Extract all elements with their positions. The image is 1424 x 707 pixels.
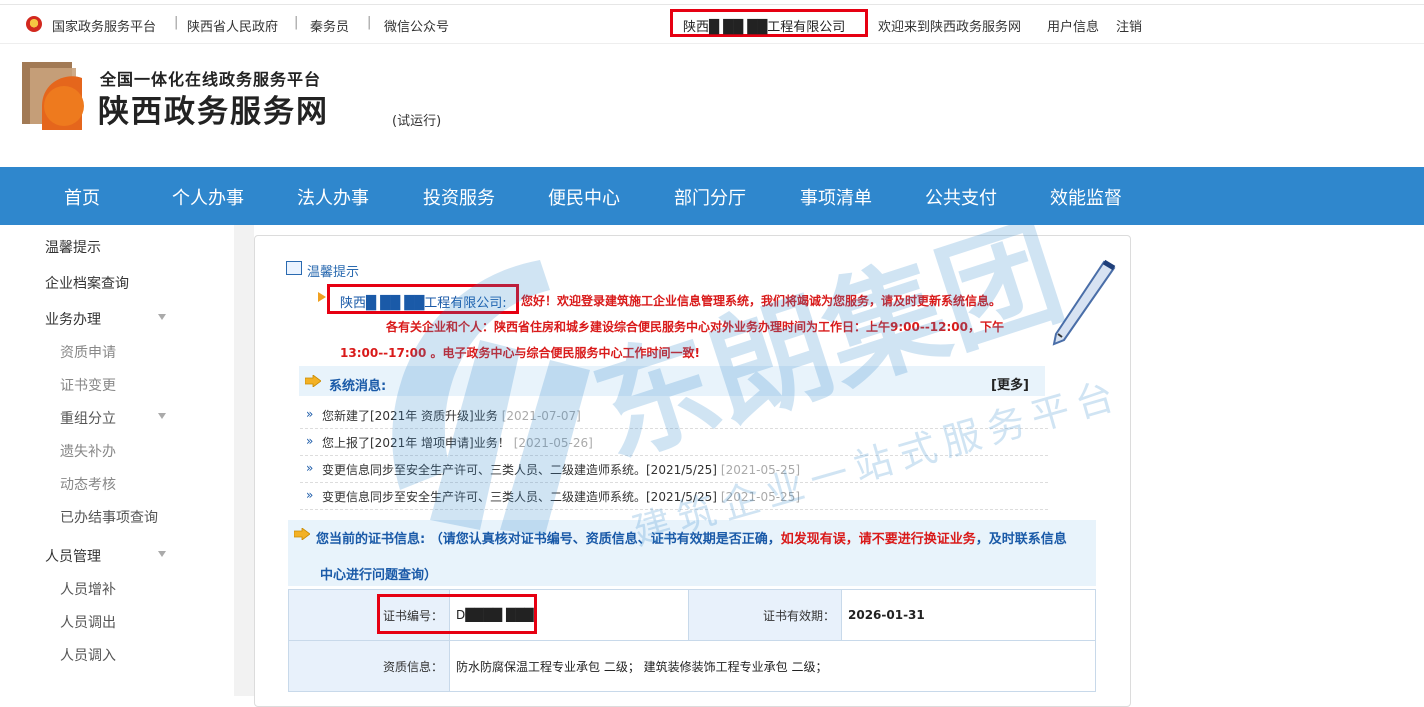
nav-legal-person[interactable]: 法人办事 [297, 184, 369, 210]
sidebar-item-business[interactable]: 业务办理 [45, 309, 101, 329]
cert-expiry-label: 证书有效期： [688, 589, 842, 641]
speaker-icon [318, 292, 326, 302]
list-item[interactable]: » 变更信息同步至安全生产许可、三类人员、二级建造师系统。[2021/5/25]… [300, 482, 1048, 510]
divider: | [294, 15, 299, 30]
certificate-warning: 如发现有误，请不要进行换证业务 [780, 532, 976, 547]
list-item[interactable]: » 您新建了[2021年 资质升级]业务 [2021-07-07] [300, 401, 1048, 429]
nav-public-payment[interactable]: 公共支付 [925, 184, 997, 210]
pen-icon [1052, 259, 1116, 346]
nav-personal[interactable]: 个人办事 [172, 184, 244, 210]
chevron-down-icon[interactable] [158, 413, 166, 419]
site-logo-icon[interactable] [22, 62, 90, 130]
bullet-icon: » [306, 434, 314, 448]
system-messages-title: 系统消息: [329, 379, 387, 394]
nav-departments[interactable]: 部门分厅 [674, 184, 746, 210]
right-blank [1138, 225, 1424, 696]
link-national-platform[interactable]: 国家政务服务平台 [52, 16, 156, 35]
chevron-down-icon[interactable] [158, 551, 166, 557]
list-item[interactable]: » 变更信息同步至安全生产许可、三类人员、二级建造师系统。[2021/5/25]… [300, 455, 1048, 483]
message-text[interactable]: 变更信息同步至安全生产许可、三类人员、二级建造师系统。[2021/5/25] [322, 463, 717, 477]
message-date: [2021-05-25] [720, 463, 801, 477]
logout-link[interactable]: 注销 [1116, 16, 1142, 35]
nav-home[interactable]: 首页 [64, 184, 100, 210]
bullet-icon: » [306, 407, 314, 421]
chevron-down-icon[interactable] [158, 314, 166, 320]
list-item[interactable]: » 您上报了[2021年 增项申请]业务！ [2021-05-26] [300, 428, 1048, 456]
message-text[interactable]: 您上报了[2021年 增项申请]业务！ [322, 436, 510, 450]
sidebar-item-completed-query[interactable]: 已办结事项查询 [60, 507, 158, 527]
cert-number-highlight [377, 594, 537, 634]
sidebar-item-qualification-apply[interactable]: 资质申请 [60, 342, 116, 362]
certificate-header-tail: ，及时联系信息 [975, 532, 1067, 547]
message-date: [2021-05-25] [720, 490, 801, 504]
message-date: [2021-05-26] [513, 436, 593, 450]
trial-label: (试运行) [392, 114, 442, 129]
sidebar-item-personnel-out[interactable]: 人员调出 [60, 612, 116, 632]
system-messages-header: 系统消息: [更多] [299, 366, 1045, 396]
divider: | [174, 15, 179, 30]
cert-qualifications-value: 防水防腐保温工程专业承包 二级； 建筑装修装饰工程专业承包 二级； [449, 640, 1096, 692]
nav-investment[interactable]: 投资服务 [423, 184, 495, 210]
notice-icon [286, 261, 302, 275]
user-info-link[interactable]: 用户信息 [1047, 16, 1099, 35]
company-name[interactable]: 陕西█ ██ ██工程有限公司 [683, 16, 845, 35]
sidebar-item-lost-reissue[interactable]: 遗失补办 [60, 441, 116, 461]
sidebar-item-enterprise-archive[interactable]: 企业档案查询 [45, 273, 129, 293]
main-nav: 首页 个人办事 法人办事 投资服务 便民中心 部门分厅 事项清单 公共支付 效能… [0, 167, 1424, 225]
notice-company: 陕西█ ██ ██工程有限公司: [340, 296, 507, 311]
sidebar-item-personnel-add[interactable]: 人员增补 [60, 579, 116, 599]
link-shaanxi-gov[interactable]: 陕西省人民政府 [187, 16, 278, 35]
certificate-header-text: 您当前的证书信息: （请您认真核对证书编号、资质信息、证书有效期是否正确， [316, 532, 781, 547]
arrow-right-icon [305, 375, 321, 387]
message-date: [2021-07-07] [501, 409, 581, 423]
sidebar-item-cert-change[interactable]: 证书变更 [60, 375, 116, 395]
arrow-right-icon [294, 528, 310, 540]
welcome-text: 欢迎来到陕西政务服务网 [878, 20, 1022, 35]
sidebar: 温馨提示 企业档案查询 业务办理 资质申请 证书变更 重组分立 遗失补办 动态考… [0, 225, 235, 696]
site-title: 陕西政务服务网 [98, 94, 329, 130]
sidebar-item-personnel[interactable]: 人员管理 [45, 546, 101, 566]
nav-convenience[interactable]: 便民中心 [548, 184, 620, 210]
message-text[interactable]: 变更信息同步至安全生产许可、三类人员、二级建造师系统。[2021/5/25] [322, 490, 717, 504]
more-messages-link[interactable]: [更多] [991, 374, 1029, 393]
sidebar-item-dynamic-check[interactable]: 动态考核 [60, 474, 116, 494]
bullet-icon: » [306, 488, 314, 502]
national-emblem-icon [26, 16, 42, 32]
notice-hours-line1: 各有关企业和个人：陕西省住房和城乡建设综合便民服务中心对外业务办理时间为工作日：… [386, 320, 1005, 334]
divider: | [367, 15, 372, 30]
certificate-header: 您当前的证书信息: （请您认真核对证书编号、资质信息、证书有效期是否正确，如发现… [288, 520, 1096, 586]
notice-title: 温馨提示 [307, 265, 360, 280]
notice-hours-line2: 13:00--17:00 。电子政务中心与综合便民服务中心工作时间一致! [340, 346, 701, 360]
link-qinwuyuan[interactable]: 秦务员 [310, 16, 349, 35]
content-gutter [234, 225, 254, 696]
notice-company-highlight: 陕西█ ██ ██工程有限公司: [327, 284, 519, 314]
link-wechat[interactable]: 微信公众号 [384, 16, 449, 35]
cert-qualifications-label: 资质信息： [288, 640, 450, 692]
notice-greeting: 您好！欢迎登录建筑施工企业信息管理系统，我们将竭诚为您服务，请及时更新系统信息。 [521, 294, 1002, 308]
cert-expiry-value: 2026-01-31 [841, 589, 1096, 641]
top-bar: 国家政务服务平台 | 陕西省人民政府 | 秦务员 | 微信公众号 陕西█ ██ … [0, 4, 1424, 44]
nav-efficiency[interactable]: 效能监督 [1050, 184, 1122, 210]
sidebar-item-restructure[interactable]: 重组分立 [60, 408, 116, 428]
bullet-icon: » [306, 461, 314, 475]
sidebar-item-tips[interactable]: 温馨提示 [45, 237, 101, 257]
message-text[interactable]: 您新建了[2021年 资质升级]业务 [322, 409, 498, 423]
company-name-highlight: 陕西█ ██ ██工程有限公司 [670, 9, 868, 37]
sidebar-item-personnel-in[interactable]: 人员调入 [60, 645, 116, 665]
nav-item-list[interactable]: 事项清单 [800, 184, 872, 210]
certificate-header-line2: 中心进行问题查询） [320, 568, 438, 583]
